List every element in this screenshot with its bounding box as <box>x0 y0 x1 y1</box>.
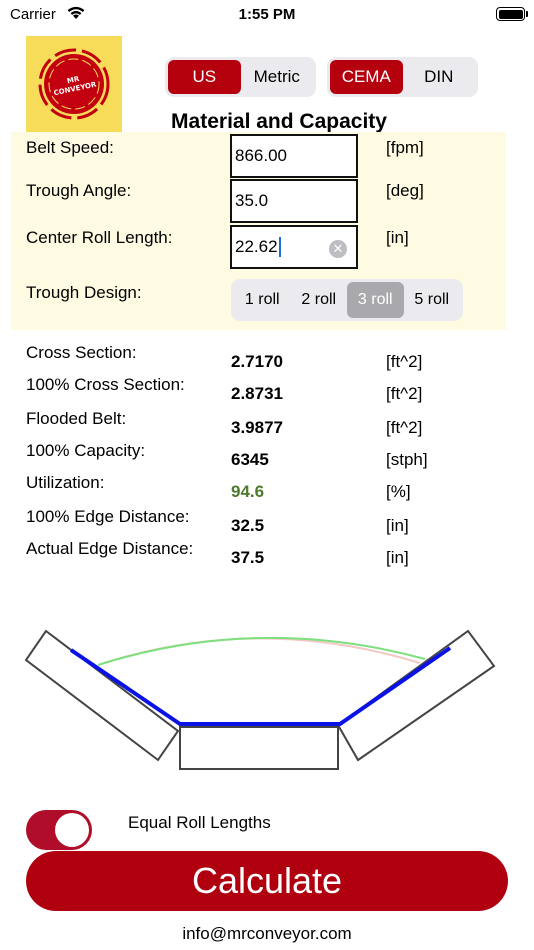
trough-angle-input[interactable]: 35.0 <box>230 179 358 223</box>
result-label: Actual Edge Distance: <box>26 539 194 558</box>
side-roll-right <box>336 629 496 762</box>
result-value: 6345 <box>231 450 269 469</box>
result-value: 3.9877 <box>231 418 283 437</box>
result-value: 2.7170 <box>231 352 283 371</box>
result-value: 94.6 <box>231 482 265 501</box>
center-roll-length-input[interactable]: 22.62 ✕ <box>230 225 358 269</box>
result-label: Cross Section: <box>26 343 137 362</box>
result-unit: [%] <box>386 482 411 501</box>
result-unit: [ft^2] <box>386 352 423 371</box>
standard-segmented-control[interactable]: CEMA DIN <box>327 57 478 97</box>
result-unit: [ft^2] <box>386 418 423 437</box>
units-option-metric[interactable]: Metric <box>241 60 314 94</box>
contact-email-link[interactable]: info@mrconveyor.com <box>0 924 534 944</box>
result-value: 32.5 <box>231 516 265 535</box>
clear-text-icon[interactable]: ✕ <box>329 240 347 258</box>
result-value: 37.5 <box>231 548 265 567</box>
belt-speed-unit: [fpm] <box>386 138 424 157</box>
trough-angle-label: Trough Angle: <box>26 181 132 200</box>
equal-roll-lengths-switch[interactable] <box>26 810 92 850</box>
belt-speed-value: 866.00 <box>235 146 287 165</box>
trough-angle-value: 35.0 <box>235 191 269 210</box>
belt-speed-input[interactable]: 866.00 <box>230 134 358 178</box>
result-label: Utilization: <box>26 473 105 492</box>
trough-design-segmented-control[interactable]: 1 roll 2 roll 3 roll 5 roll <box>231 279 463 321</box>
units-segmented-control[interactable]: US Metric <box>165 57 316 97</box>
center-roll-length-label: Center Roll Length: <box>26 228 173 247</box>
standard-option-cema[interactable]: CEMA <box>330 60 403 94</box>
result-unit: [stph] <box>386 450 428 469</box>
center-roll-length-value: 22.62 <box>235 237 278 256</box>
trough-option-2-roll[interactable]: 2 roll <box>291 282 348 318</box>
status-time: 1:55 PM <box>238 6 296 23</box>
result-unit: [in] <box>386 516 409 535</box>
page-title: Material and Capacity <box>171 110 387 133</box>
result-value: 2.8731 <box>231 384 283 403</box>
result-unit: [in] <box>386 548 409 567</box>
result-label: 100% Cross Section: <box>26 375 185 394</box>
calculate-button[interactable]: Calculate <box>26 851 508 911</box>
center-roll <box>179 726 339 770</box>
result-label: 100% Edge Distance: <box>26 507 190 526</box>
battery-icon <box>496 7 525 21</box>
battery-tip <box>526 11 528 17</box>
trough-option-1-roll[interactable]: 1 roll <box>234 282 291 318</box>
trough-angle-unit: [deg] <box>386 181 424 200</box>
switch-knob <box>55 813 89 847</box>
center-roll-length-unit: [in] <box>386 228 409 247</box>
equal-roll-lengths-label: Equal Roll Lengths <box>128 813 271 832</box>
text-cursor <box>278 237 281 257</box>
units-option-us[interactable]: US <box>168 60 241 94</box>
trough-option-5-roll[interactable]: 5 roll <box>404 282 461 318</box>
trough-diagram <box>24 629 496 770</box>
belt-line <box>69 646 452 726</box>
belt-speed-label: Belt Speed: <box>26 138 114 157</box>
result-label: 100% Capacity: <box>26 441 146 460</box>
result-label: Flooded Belt: <box>26 409 127 428</box>
trough-option-3-roll[interactable]: 3 roll <box>347 282 404 318</box>
trough-design-label: Trough Design: <box>26 283 142 302</box>
result-unit: [ft^2] <box>386 384 423 403</box>
standard-option-din[interactable]: DIN <box>403 60 476 94</box>
